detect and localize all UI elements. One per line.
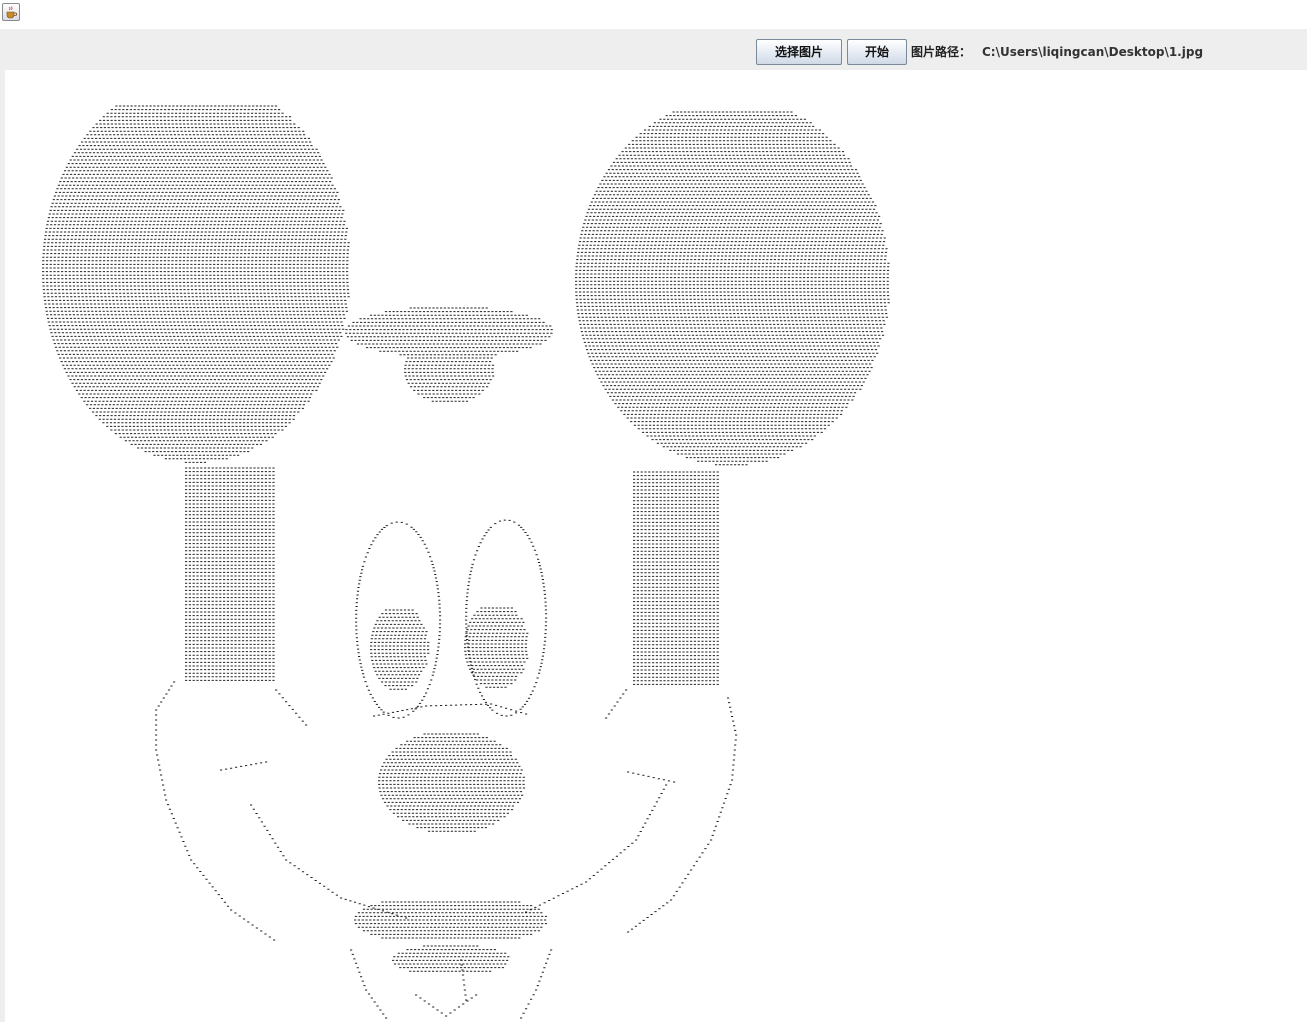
image-path-label: 图片路径： [911, 45, 972, 59]
image-path-value: C:\Users\liqingcan\Desktop\1.jpg [982, 45, 1204, 59]
toolbar: 选择图片 开始 图片路径： C:\Users\liqingcan\Desktop… [0, 29, 1307, 70]
ascii-dash-rows [42, 105, 890, 1019]
java-cup-icon[interactable] [2, 3, 20, 21]
ascii-mickey-mouse-art [42, 105, 890, 1019]
start-button[interactable]: 开始 [847, 39, 907, 65]
title-bar [0, 0, 1307, 29]
ascii-art-canvas [5, 70, 1307, 1022]
choose-image-button[interactable]: 选择图片 [756, 39, 842, 65]
